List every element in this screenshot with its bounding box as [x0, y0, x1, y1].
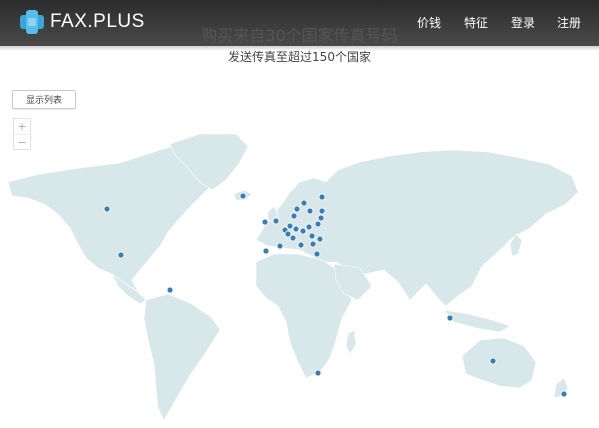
marker-italy[interactable]	[289, 234, 297, 242]
zoom-out-button[interactable]: −	[14, 134, 30, 150]
marker-singapore[interactable]	[446, 314, 454, 322]
landmass-madagascar	[345, 329, 357, 355]
marker-usa[interactable]	[117, 251, 125, 259]
page-subtitle: 发送传真至超过150个国家	[228, 50, 371, 64]
marker-switzerland[interactable]	[284, 230, 292, 238]
marker-lithuania[interactable]	[314, 220, 322, 228]
marker-finland[interactable]	[318, 193, 326, 201]
marker-uk[interactable]	[272, 217, 280, 225]
marker-puerto-rico[interactable]	[166, 286, 174, 294]
continents	[7, 133, 579, 421]
world-map[interactable]	[0, 120, 599, 428]
landmass-indonesia	[443, 309, 511, 333]
marker-portugal[interactable]	[262, 247, 270, 255]
marker-sweden[interactable]	[306, 207, 314, 215]
landmass-south-america	[143, 293, 221, 421]
landmass-australia	[461, 337, 537, 389]
marker-latvia[interactable]	[317, 214, 325, 222]
show-list-button[interactable]: 显示列表	[12, 90, 76, 109]
marker-romania[interactable]	[316, 235, 324, 243]
marker-new-zealand[interactable]	[560, 390, 568, 398]
marker-germany[interactable]	[292, 225, 300, 233]
marker-iceland[interactable]	[239, 192, 247, 200]
page-title: 购买来自30个国家传真号码	[201, 26, 398, 45]
marker-estonia[interactable]	[318, 207, 326, 215]
marker-netherlands[interactable]	[290, 212, 298, 220]
zoom-in-button[interactable]: +	[14, 119, 30, 134]
map-zoom-control: + −	[13, 118, 31, 150]
marker-czech[interactable]	[305, 223, 313, 231]
marker-south-africa[interactable]	[314, 369, 322, 377]
marker-denmark[interactable]	[293, 205, 301, 213]
marker-australia[interactable]	[489, 357, 497, 365]
marker-greece[interactable]	[297, 241, 305, 249]
marker-canada[interactable]	[103, 205, 111, 213]
marker-ireland[interactable]	[261, 218, 269, 226]
marker-poland[interactable]	[308, 232, 316, 240]
marker-israel[interactable]	[313, 250, 321, 258]
marker-spain[interactable]	[276, 242, 284, 250]
marker-austria[interactable]	[299, 227, 307, 235]
marker-bulgaria[interactable]	[309, 240, 317, 248]
marker-belgium[interactable]	[286, 222, 294, 230]
marker-norway[interactable]	[300, 199, 308, 207]
